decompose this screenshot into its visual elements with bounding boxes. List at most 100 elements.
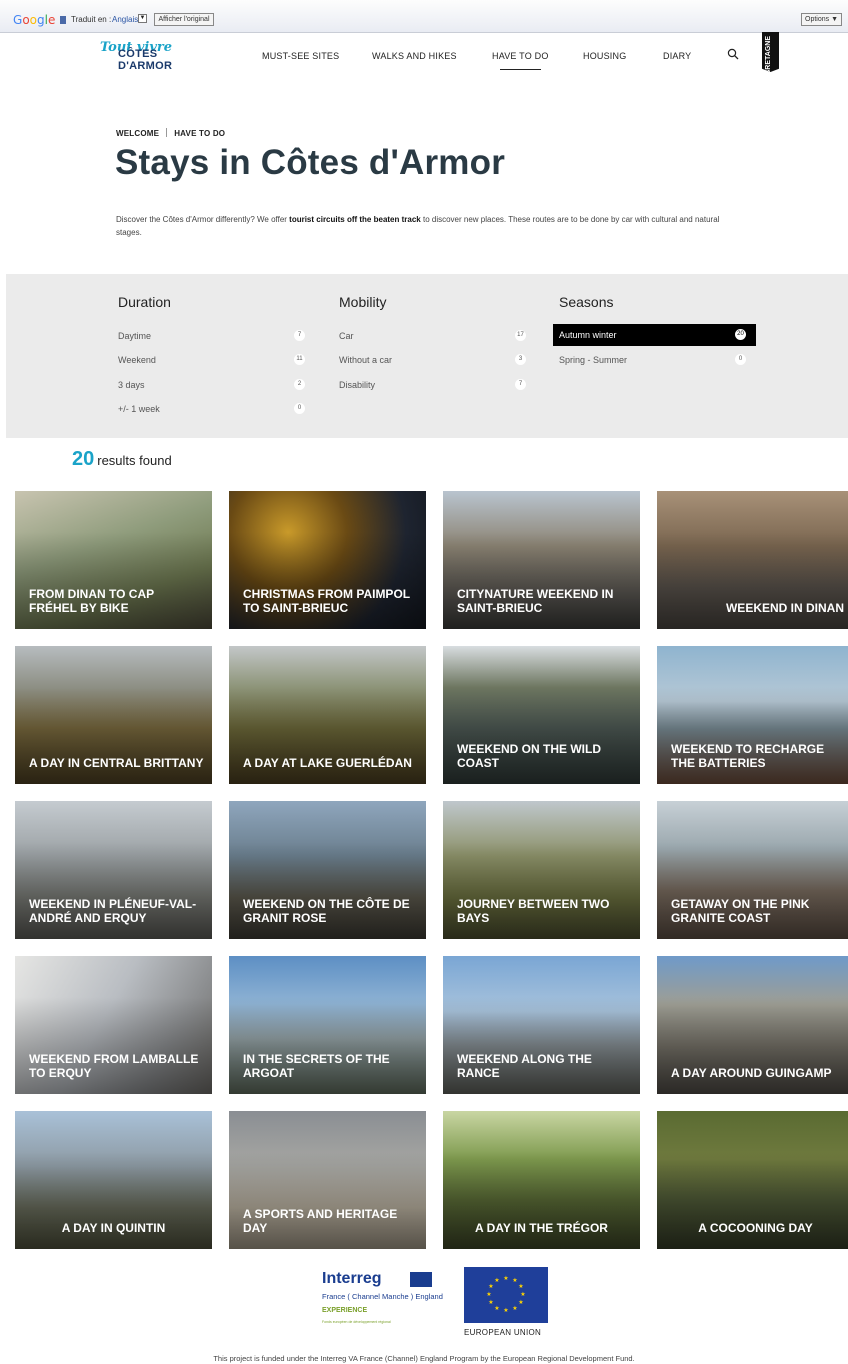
breadcrumb: WELCOME HAVE TO DO bbox=[116, 128, 225, 138]
stay-card[interactable]: JOURNEY BETWEEN TWO BAYS bbox=[443, 801, 640, 939]
stay-card[interactable]: A DAY IN CENTRAL BRITTANY bbox=[15, 646, 212, 784]
filter-count-badge: 7 bbox=[515, 379, 526, 390]
logo-main: CÔTES D'ARMOR bbox=[118, 48, 173, 72]
filter-label: Daytime bbox=[118, 331, 152, 341]
stay-card[interactable]: CHRISTMAS FROM PAIMPOL TO SAINT-BRIEUC bbox=[229, 491, 426, 629]
card-title: FROM DINAN TO CAP FRÉHEL BY BIKE bbox=[29, 587, 154, 615]
card-title: A DAY AT LAKE GUERLÉDAN bbox=[243, 756, 412, 770]
stay-card[interactable]: WEEKEND ON THE CÔTE DE GRANIT ROSE bbox=[229, 801, 426, 939]
card-title: WEEKEND ON THE WILD COAST bbox=[457, 742, 601, 770]
filter-panel: Duration Daytime 7 Weekend 11 3 days 2 +… bbox=[6, 274, 848, 438]
card-title: A DAY IN QUINTIN bbox=[61, 1221, 166, 1235]
filter-count-badge: 11 bbox=[294, 354, 305, 365]
stay-card[interactable]: IN THE SECRETS OF THE ARGOAT bbox=[229, 956, 426, 1094]
filter-label: 3 days bbox=[118, 380, 145, 390]
options-button[interactable]: Options ▼ bbox=[801, 13, 842, 26]
results-label: results found bbox=[97, 453, 172, 468]
bretagne-label: BRETAGNE bbox=[765, 36, 772, 75]
filter-mobility-disability[interactable]: Disability 7 bbox=[339, 374, 529, 396]
filter-heading-duration: Duration bbox=[118, 294, 171, 310]
breadcrumb-separator bbox=[166, 128, 168, 137]
bretagne-badge[interactable]: BRETAGNE bbox=[762, 32, 779, 72]
filter-count-badge: 0 bbox=[735, 354, 746, 365]
card-title: IN THE SECRETS OF THE ARGOAT bbox=[243, 1052, 390, 1080]
stay-card[interactable]: CITYNATURE WEEKEND IN SAINT-BRIEUC bbox=[443, 491, 640, 629]
filter-duration-1-week[interactable]: +/- 1 week 0 bbox=[118, 398, 308, 420]
card-title: WEEKEND ALONG THE RANCE bbox=[457, 1052, 592, 1080]
interreg-logo: Interreg France ( Channel Manche ) Engla… bbox=[322, 1270, 443, 1330]
nav-housing[interactable]: HOUSING bbox=[583, 51, 626, 61]
breadcrumb-welcome[interactable]: WELCOME bbox=[116, 129, 159, 138]
stay-card[interactable]: A COCOONING DAY bbox=[657, 1111, 848, 1249]
filter-duration-daytime[interactable]: Daytime 7 bbox=[118, 325, 308, 347]
eu-flag-icon bbox=[410, 1272, 432, 1287]
interreg-project: EXPERIENCE bbox=[322, 1307, 368, 1314]
stay-card[interactable]: A DAY AT LAKE GUERLÉDAN bbox=[229, 646, 426, 784]
stay-card[interactable]: WEEKEND ALONG THE RANCE bbox=[443, 956, 640, 1094]
chevron-down-icon[interactable]: ▼ bbox=[138, 14, 147, 23]
eu-flag-icon: ★ ★★ ★★★ ★★★ ★★★ bbox=[464, 1267, 548, 1323]
nav-diary[interactable]: DIARY bbox=[663, 51, 691, 61]
stay-card[interactable]: A DAY IN QUINTIN bbox=[15, 1111, 212, 1249]
card-title: A DAY AROUND GUINGAMP bbox=[671, 1066, 832, 1080]
card-title: WEEKEND IN PLÉNEUF-VAL-ANDRÉ AND ERQUY bbox=[29, 897, 197, 925]
stay-card[interactable]: A DAY IN THE TRÉGOR bbox=[443, 1111, 640, 1249]
stay-card[interactable]: WEEKEND IN DINAN bbox=[657, 491, 848, 629]
nav-must-see-sites[interactable]: MUST-SEE SITES bbox=[262, 51, 339, 61]
card-title: WEEKEND FROM LAMBALLE TO ERQUY bbox=[29, 1052, 199, 1080]
card-title: WEEKEND TO RECHARGE THE BATTERIES bbox=[671, 742, 825, 770]
filter-duration-3-days[interactable]: 3 days 2 bbox=[118, 374, 308, 396]
svg-text:★: ★ bbox=[503, 1307, 508, 1314]
filter-label: Weekend bbox=[118, 355, 156, 365]
stay-card[interactable]: WEEKEND IN PLÉNEUF-VAL-ANDRÉ AND ERQUY bbox=[15, 801, 212, 939]
filter-mobility-car[interactable]: Car 17 bbox=[339, 325, 529, 347]
nav-have-to-do[interactable]: HAVE TO DO bbox=[492, 51, 549, 70]
filter-count-badge: 20 bbox=[735, 329, 746, 340]
filter-label: Disability bbox=[339, 380, 376, 390]
svg-text:★: ★ bbox=[512, 1305, 517, 1312]
translate-label: Traduit en : bbox=[71, 15, 112, 24]
filter-label: +/- 1 week bbox=[118, 404, 160, 414]
filter-season-spring-summer[interactable]: Spring - Summer 0 bbox=[559, 349, 749, 371]
google-translate-bar: Google Traduit en : Anglais ▼ Afficher l… bbox=[0, 0, 848, 33]
stay-card[interactable]: FROM DINAN TO CAP FRÉHEL BY BIKE bbox=[15, 491, 212, 629]
svg-text:★: ★ bbox=[518, 1299, 523, 1306]
search-icon[interactable] bbox=[727, 48, 739, 60]
filter-count-badge: 7 bbox=[294, 330, 305, 341]
filter-count-badge: 3 bbox=[515, 354, 526, 365]
card-title: GETAWAY ON THE PINK GRANITE COAST bbox=[671, 897, 810, 925]
stay-card[interactable]: A SPORTS AND HERITAGE DAY bbox=[229, 1111, 426, 1249]
filter-count-badge: 17 bbox=[515, 330, 526, 341]
breadcrumb-current: HAVE TO DO bbox=[174, 129, 226, 138]
interreg-name: Interreg bbox=[322, 1270, 382, 1287]
card-title: JOURNEY BETWEEN TWO BAYS bbox=[457, 897, 610, 925]
intro-text-start: Discover the Côtes d'Armor differently? … bbox=[116, 215, 290, 224]
nav-walks-and-hikes[interactable]: WALKS AND HIKES bbox=[372, 51, 457, 61]
filter-label: Autumn winter bbox=[559, 330, 617, 340]
language-select[interactable]: Anglais bbox=[112, 15, 138, 24]
card-title: WEEKEND IN DINAN bbox=[725, 601, 844, 615]
stay-card[interactable]: WEEKEND FROM LAMBALLE TO ERQUY bbox=[15, 956, 212, 1094]
show-original-button[interactable]: Afficher l'original bbox=[154, 13, 214, 26]
card-title: CITYNATURE WEEKEND IN SAINT-BRIEUC bbox=[457, 587, 614, 615]
stay-card[interactable]: GETAWAY ON THE PINK GRANITE COAST bbox=[657, 801, 848, 939]
svg-text:★: ★ bbox=[494, 1305, 499, 1312]
site-logo[interactable]: Tout vivre CÔTES D'ARMOR bbox=[100, 40, 190, 72]
interreg-partners: France ( Channel Manche ) England bbox=[322, 1292, 443, 1301]
google-logo: Google bbox=[13, 13, 56, 27]
svg-text:★: ★ bbox=[486, 1291, 491, 1298]
stay-card[interactable]: A DAY AROUND GUINGAMP bbox=[657, 956, 848, 1094]
interreg-fund: Fonds européen de développement régional bbox=[322, 1320, 391, 1324]
filter-season-autumn-winter[interactable]: Autumn winter 20 bbox=[553, 324, 756, 346]
stay-card[interactable]: WEEKEND TO RECHARGE THE BATTERIES bbox=[657, 646, 848, 784]
stay-card[interactable]: WEEKEND ON THE WILD COAST bbox=[443, 646, 640, 784]
svg-text:★: ★ bbox=[520, 1291, 525, 1298]
svg-text:★: ★ bbox=[488, 1299, 493, 1306]
filter-duration-weekend[interactable]: Weekend 11 bbox=[118, 349, 308, 371]
intro-text: Discover the Côtes d'Armor differently? … bbox=[116, 213, 746, 239]
filter-mobility-without-car[interactable]: Without a car 3 bbox=[339, 349, 529, 371]
filter-label: Spring - Summer bbox=[559, 355, 628, 365]
card-title: A COCOONING DAY bbox=[698, 1221, 813, 1235]
svg-text:★: ★ bbox=[488, 1283, 493, 1290]
card-title: A SPORTS AND HERITAGE DAY bbox=[243, 1207, 398, 1235]
